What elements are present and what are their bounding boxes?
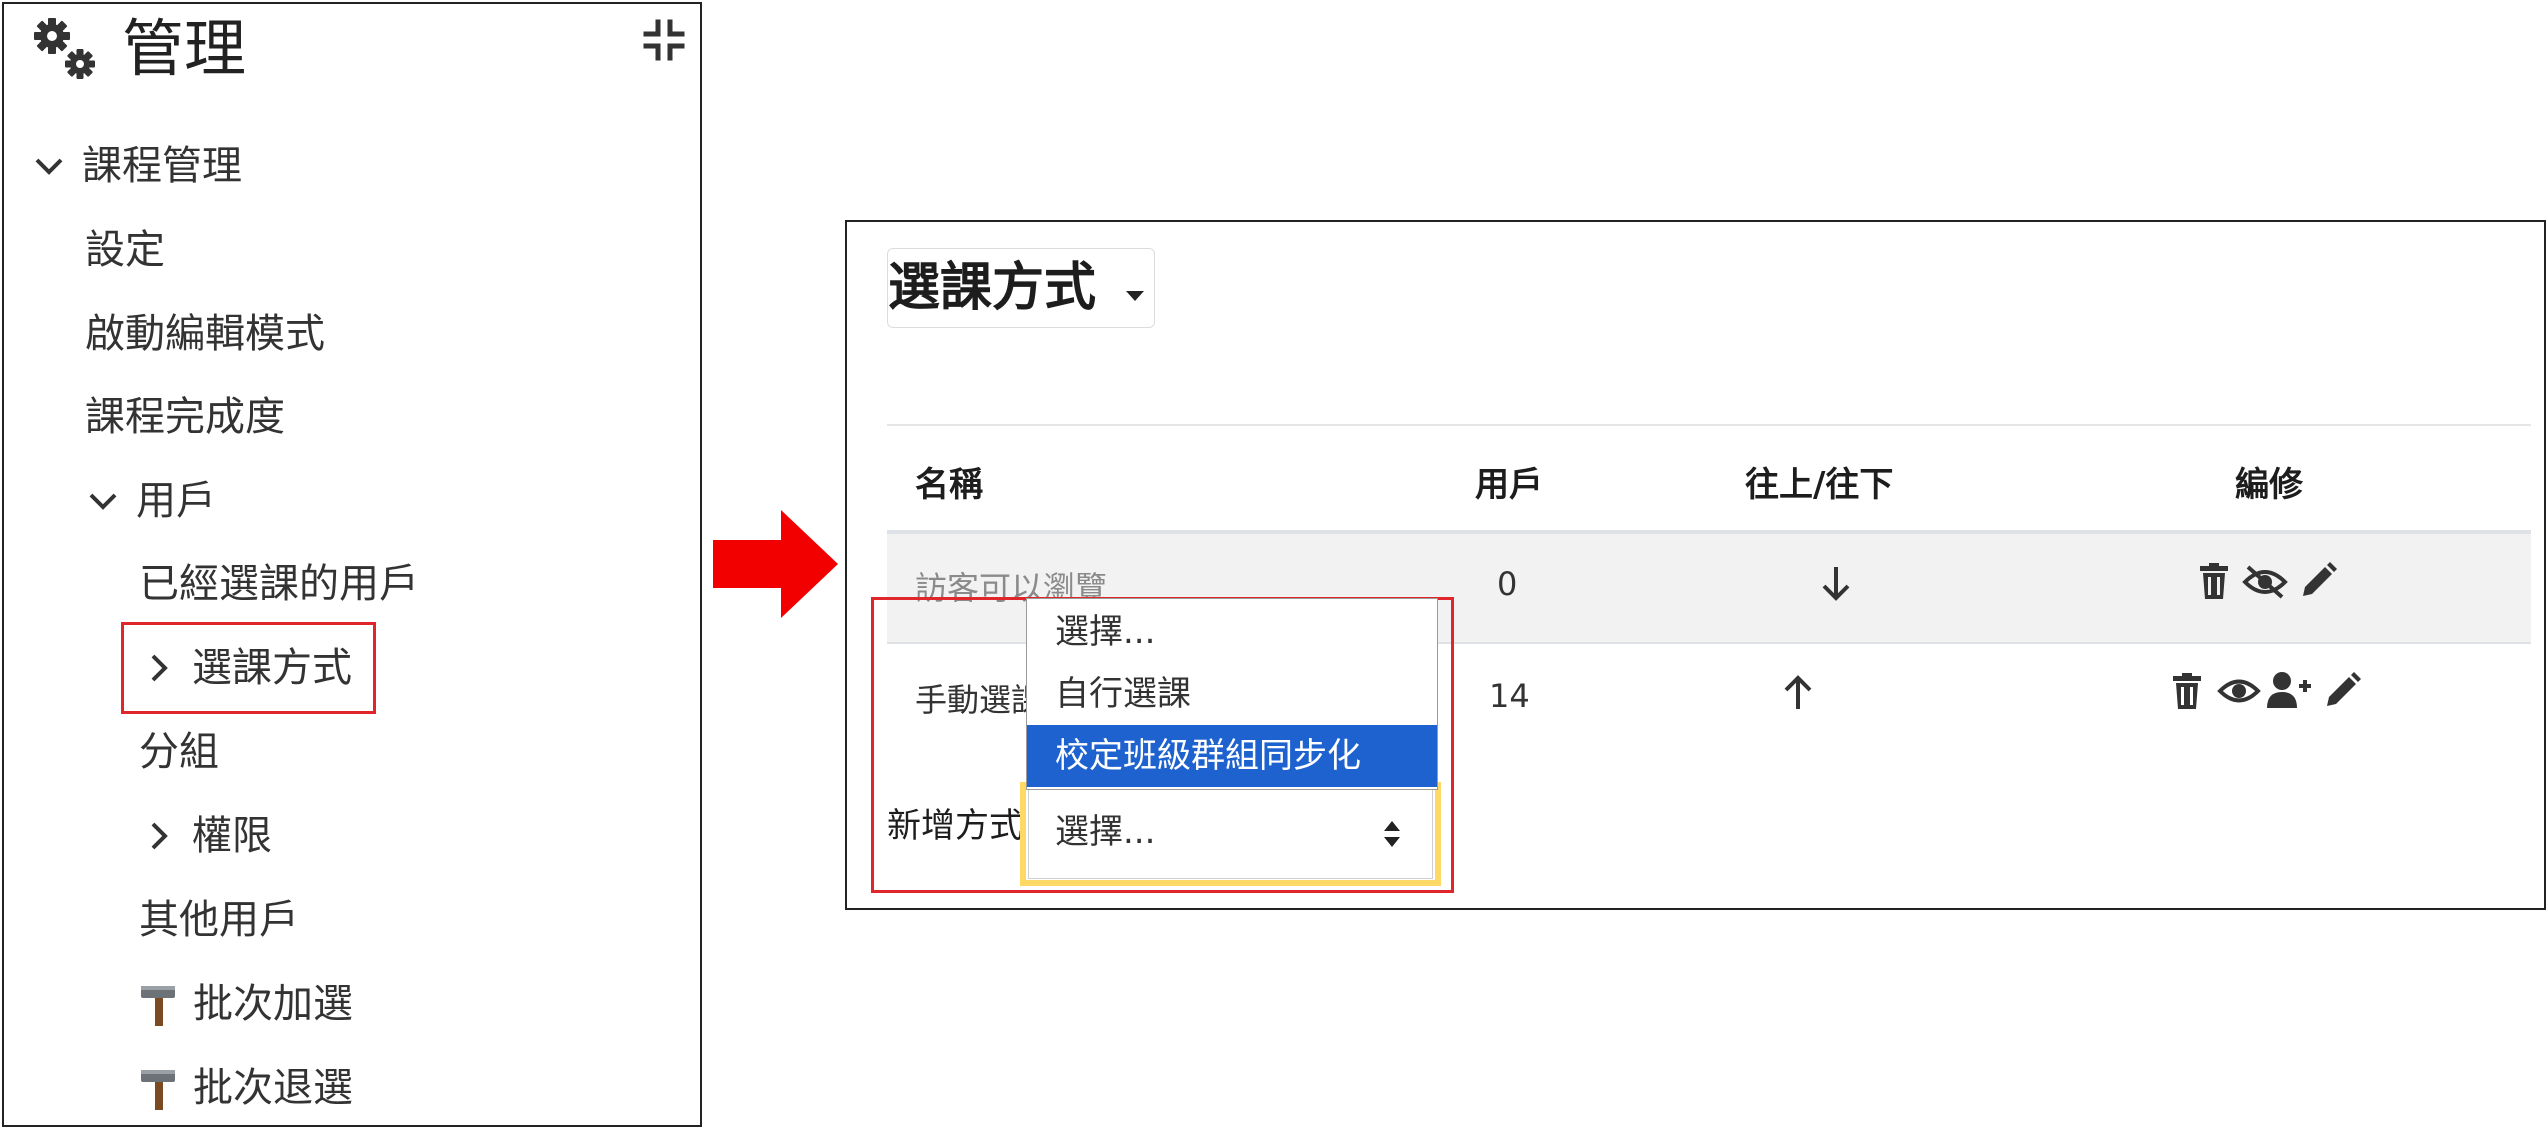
nav-groups[interactable]: 分組 — [139, 726, 219, 778]
chevron-down-icon — [35, 158, 63, 175]
admin-header: 管理 — [30, 14, 246, 84]
nav-bulk-drop[interactable]: 批次退選 — [139, 1062, 353, 1114]
pencil-icon[interactable] — [2299, 562, 2337, 600]
nav-other-users-label: 其他用戶 — [139, 897, 299, 943]
trash-icon[interactable] — [2197, 562, 2231, 600]
nav-course-admin[interactable]: 課程管理 — [34, 140, 242, 192]
admin-title: 管理 — [122, 12, 247, 85]
add-method-select-value: 選擇... — [1055, 812, 1156, 852]
eye-slash-icon[interactable] — [2242, 564, 2288, 600]
nav-bulk-add-label: 批次加選 — [193, 981, 353, 1027]
nav-users-label: 用戶 — [136, 478, 216, 524]
nav-enrol-methods-label: 選課方式 — [192, 645, 352, 691]
add-method-dropdown: 選擇... 自行選課 校定班級群組同步化 — [1026, 598, 1438, 790]
hammer-icon — [141, 986, 175, 1026]
nav-edit-mode-label: 啟動編輯模式 — [85, 311, 325, 357]
nav-enrolled-users[interactable]: 已經選課的用戶 — [139, 558, 419, 610]
dropdown-option[interactable]: 自行選課 — [1027, 663, 1437, 725]
nav-settings-label: 設定 — [85, 227, 165, 273]
nav-course-admin-label: 課程管理 — [82, 143, 242, 189]
collapse-icon[interactable] — [642, 18, 686, 62]
nav-completion[interactable]: 課程完成度 — [85, 391, 285, 443]
nav-edit-mode[interactable]: 啟動編輯模式 — [85, 308, 325, 360]
column-header-users: 用戶 — [1475, 465, 1543, 505]
pencil-icon[interactable] — [2323, 672, 2361, 710]
nav-enrol-methods[interactable]: 選課方式 — [144, 642, 352, 694]
nav-enrolled-users-label: 已經選課的用戶 — [139, 561, 419, 607]
dropdown-option-selected[interactable]: 校定班級群組同步化 — [1027, 725, 1437, 787]
cogs-icon — [30, 14, 100, 84]
column-header-name: 名稱 — [915, 465, 983, 505]
eye-icon[interactable] — [2217, 674, 2261, 708]
trash-icon[interactable] — [2170, 672, 2204, 710]
administration-block: 管理 課程管理 設定 啟動編輯模式 課程完成度 用戶 已經選課的用戶 選課方式 — [2, 2, 702, 1127]
dropdown-option[interactable]: 選擇... — [1027, 601, 1437, 663]
page-heading-menu[interactable]: 選課方式 — [887, 248, 1155, 328]
chevron-right-icon — [151, 654, 168, 682]
nav-permissions-label: 權限 — [192, 813, 272, 859]
nav-users[interactable]: 用戶 — [88, 475, 216, 527]
column-header-edit: 編修 — [2235, 465, 2303, 505]
enrolment-methods-panel: 選課方式 名稱 用戶 往上/往下 編修 訪客可以瀏覽 0 手動選課 14 新增方… — [845, 220, 2546, 910]
nav-other-users[interactable]: 其他用戶 — [139, 894, 299, 946]
red-arrow-icon — [713, 510, 838, 618]
nav-permissions[interactable]: 權限 — [144, 810, 272, 862]
chevron-right-icon — [151, 822, 168, 850]
nav-groups-label: 分組 — [139, 729, 219, 775]
divider — [887, 424, 2531, 426]
add-method-select[interactable]: 選擇... — [1028, 787, 1433, 879]
row-users: 0 — [1497, 565, 1518, 603]
arrow-down-icon[interactable] — [1821, 564, 1851, 602]
caret-down-icon — [1126, 291, 1144, 301]
row-users: 14 — [1489, 677, 1530, 715]
page-title: 選課方式 — [888, 258, 1097, 318]
nav-completion-label: 課程完成度 — [85, 394, 285, 440]
nav-bulk-drop-label: 批次退選 — [193, 1065, 353, 1111]
chevron-down-icon — [89, 493, 117, 510]
column-header-move: 往上/往下 — [1745, 465, 1894, 505]
user-plus-icon[interactable] — [2267, 670, 2313, 710]
nav-settings[interactable]: 設定 — [85, 224, 165, 276]
nav-bulk-add[interactable]: 批次加選 — [139, 978, 353, 1030]
arrow-up-icon[interactable] — [1783, 674, 1813, 712]
select-updown-icon — [1384, 821, 1400, 847]
hammer-icon — [141, 1070, 175, 1110]
